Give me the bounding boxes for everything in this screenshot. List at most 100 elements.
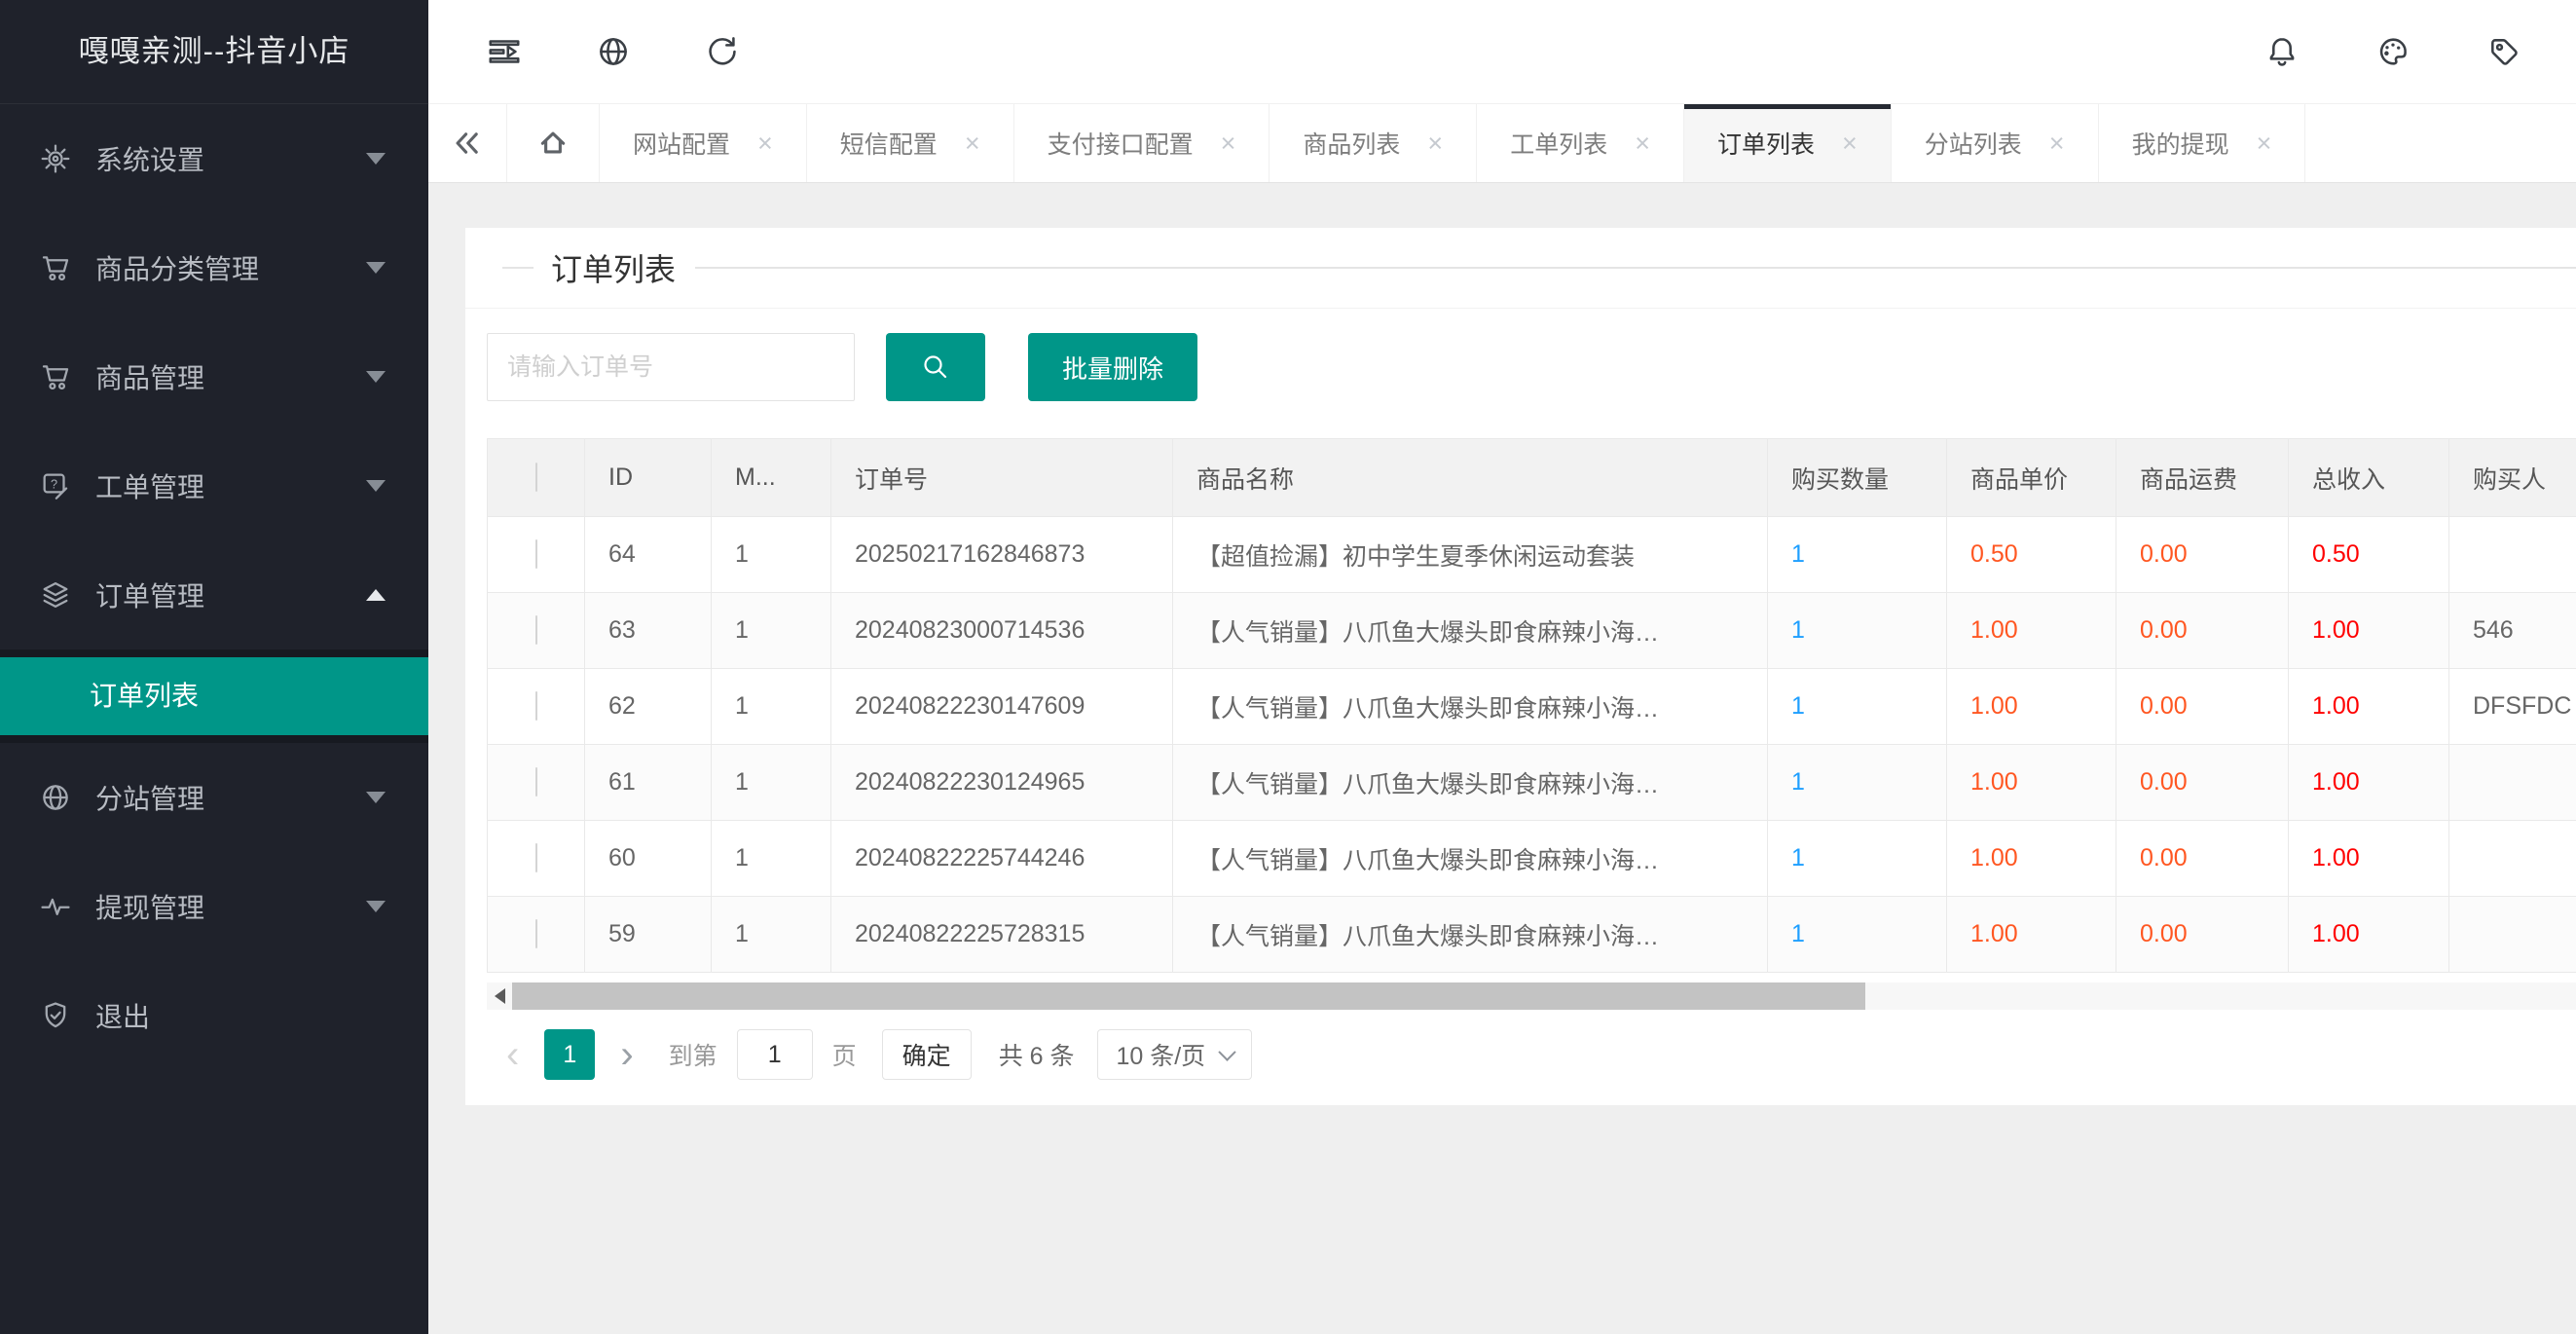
row-checkbox[interactable] xyxy=(535,767,537,797)
sidebar-item-ticket-management[interactable]: ? 工单管理 xyxy=(0,431,428,540)
table-row: 61 1 20240822230124965 【人气销量】八爪鱼大爆头即食麻辣小… xyxy=(488,745,2576,821)
prev-page-icon[interactable]: ‹ xyxy=(506,1035,519,1074)
row-checkbox[interactable] xyxy=(535,691,537,721)
close-icon[interactable]: × xyxy=(757,130,773,157)
bell-icon[interactable] xyxy=(2263,32,2301,71)
collapse-sidebar-icon[interactable] xyxy=(485,32,524,71)
cell-member: 1 xyxy=(712,897,831,973)
row-checkbox[interactable] xyxy=(535,919,537,948)
sidebar-item-order-management[interactable]: 订单管理 xyxy=(0,540,428,649)
sidebar-item-label: 退出 xyxy=(95,996,150,1035)
col-header-id[interactable]: ID xyxy=(585,439,712,517)
order-table: ID M... 订单号 商品名称 购买数量 商品单价 商品运费 总收入 购买人 xyxy=(487,438,2576,973)
sidebar-item-label: 商品管理 xyxy=(95,357,204,396)
close-icon[interactable]: × xyxy=(2049,130,2065,157)
close-icon[interactable]: × xyxy=(1221,130,1236,157)
batch-delete-button[interactable]: 批量删除 xyxy=(1028,333,1197,401)
cell-order-no: 20240822225744246 xyxy=(831,821,1173,897)
cell-qty: 1 xyxy=(1768,745,1947,821)
table-header-row: ID M... 订单号 商品名称 购买数量 商品单价 商品运费 总收入 购买人 xyxy=(488,439,2576,517)
col-header-price[interactable]: 商品单价 xyxy=(1947,439,2116,517)
cell-price: 1.00 xyxy=(1947,593,2116,669)
tab-order-list[interactable]: 订单列表 × xyxy=(1684,104,1892,182)
table-row: 64 1 20250217162846873 【超值捡漏】初中学生夏季休闲运动套… xyxy=(488,517,2576,593)
sidebar-item-product-management[interactable]: 商品管理 xyxy=(0,322,428,431)
col-header-shipping[interactable]: 商品运费 xyxy=(2116,439,2289,517)
cart-icon xyxy=(39,360,72,393)
tabs-scroll-left-icon[interactable] xyxy=(428,104,507,182)
col-header-product[interactable]: 商品名称 xyxy=(1173,439,1768,517)
select-all-checkbox[interactable] xyxy=(535,463,537,492)
search-button[interactable] xyxy=(886,333,985,401)
tab-sms-config[interactable]: 短信配置 × xyxy=(807,104,1014,182)
order-management-submenu: 订单列表 xyxy=(0,649,428,743)
goto-page-input[interactable] xyxy=(737,1029,813,1080)
tag-icon[interactable] xyxy=(2484,32,2523,71)
scrollbar-thumb[interactable] xyxy=(512,982,1865,1010)
close-icon[interactable]: × xyxy=(1842,130,1858,157)
col-header-order-no[interactable]: 订单号 xyxy=(831,439,1173,517)
table-row: 63 1 20240823000714536 【人气销量】八爪鱼大爆头即食麻辣小… xyxy=(488,593,2576,669)
order-list-panel: 订单列表 批量删除 xyxy=(465,228,2576,1105)
sidebar-item-label: 工单管理 xyxy=(95,466,204,505)
tab-substation-list[interactable]: 分站列表 × xyxy=(1892,104,2099,182)
tab-label: 网站配置 xyxy=(633,126,730,161)
title-divider xyxy=(695,267,2576,269)
sidebar-item-withdrawal-management[interactable]: 提现管理 xyxy=(0,852,428,961)
col-header-buyer[interactable]: 购买人 xyxy=(2449,439,2576,517)
content-area: 订单列表 批量删除 xyxy=(428,183,2576,1334)
globe-icon[interactable] xyxy=(594,32,633,71)
table-row: 62 1 20240822230147609 【人气销量】八爪鱼大爆头即食麻辣小… xyxy=(488,669,2576,745)
confirm-page-button[interactable]: 确定 xyxy=(882,1029,972,1080)
row-checkbox[interactable] xyxy=(535,615,537,645)
chevron-down-icon xyxy=(366,371,386,383)
table-row: 59 1 20240822225728315 【人气销量】八爪鱼大爆头即食麻辣小… xyxy=(488,897,2576,973)
sidebar-item-system-settings[interactable]: 系统设置 xyxy=(0,104,428,213)
order-search-input[interactable] xyxy=(487,333,855,401)
tab-my-withdrawal[interactable]: 我的提现 × xyxy=(2099,104,2306,182)
palette-icon[interactable] xyxy=(2374,32,2412,71)
close-icon[interactable]: × xyxy=(1427,130,1443,157)
close-icon[interactable]: × xyxy=(2257,130,2272,157)
sidebar-subitem-order-list[interactable]: 订单列表 xyxy=(0,657,428,735)
close-icon[interactable]: × xyxy=(1635,130,1650,157)
col-header-qty[interactable]: 购买数量 xyxy=(1768,439,1947,517)
tab-payment-config[interactable]: 支付接口配置 × xyxy=(1014,104,1270,182)
tab-website-config[interactable]: 网站配置 × xyxy=(600,104,807,182)
row-checkbox[interactable] xyxy=(535,843,537,872)
sidebar-item-label: 提现管理 xyxy=(95,887,204,926)
cell-checkbox xyxy=(488,517,585,593)
page-unit-label: 页 xyxy=(832,1037,857,1072)
cell-qty: 1 xyxy=(1768,897,1947,973)
sidebar-item-product-category[interactable]: 商品分类管理 xyxy=(0,213,428,322)
page-size-select[interactable]: 10 条/页 xyxy=(1097,1029,1252,1080)
sidebar-item-substation-management[interactable]: 分站管理 xyxy=(0,743,428,852)
chevron-down-icon xyxy=(366,480,386,492)
cell-order-no: 20240823000714536 xyxy=(831,593,1173,669)
chevron-down-icon xyxy=(366,262,386,274)
tab-label: 工单列表 xyxy=(1510,126,1607,161)
scroll-left-arrow-icon[interactable] xyxy=(487,982,512,1010)
cell-product: 【人气销量】八爪鱼大爆头即食麻辣小海… xyxy=(1173,669,1768,745)
current-page-button[interactable]: 1 xyxy=(544,1029,595,1080)
sidebar-item-logout[interactable]: 退出 xyxy=(0,961,428,1070)
cell-member: 1 xyxy=(712,745,831,821)
cell-shipping: 0.00 xyxy=(2116,517,2289,593)
sidebar: 嘎嘎亲测--抖音小店 系统设置 商品分类管理 xyxy=(0,0,428,1334)
close-icon[interactable]: × xyxy=(965,130,980,157)
row-checkbox[interactable] xyxy=(535,539,537,569)
cell-buyer xyxy=(2449,897,2576,973)
col-header-income[interactable]: 总收入 xyxy=(2289,439,2449,517)
tab-product-list[interactable]: 商品列表 × xyxy=(1270,104,1477,182)
cell-buyer xyxy=(2449,517,2576,593)
cell-price: 0.50 xyxy=(1947,517,2116,593)
cell-checkbox xyxy=(488,821,585,897)
total-count-label: 共 6 条 xyxy=(999,1037,1075,1072)
refresh-icon[interactable] xyxy=(703,32,742,71)
tab-ticket-list[interactable]: 工单列表 × xyxy=(1477,104,1684,182)
cell-id: 61 xyxy=(585,745,712,821)
next-page-icon[interactable]: › xyxy=(620,1035,633,1074)
horizontal-scrollbar[interactable] xyxy=(487,982,2576,1010)
col-header-member[interactable]: M... xyxy=(712,439,831,517)
home-tab-icon[interactable] xyxy=(507,104,600,182)
